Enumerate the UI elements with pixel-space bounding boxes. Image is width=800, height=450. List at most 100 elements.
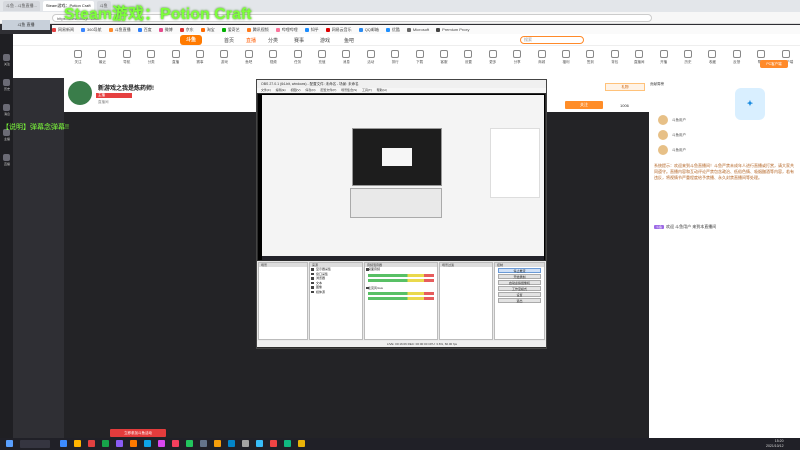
rank-row[interactable]: 斗鱼用户 bbox=[658, 145, 718, 157]
bookmark-item[interactable]: 360导航 bbox=[81, 27, 102, 33]
category-item[interactable]: 活动 bbox=[359, 50, 383, 65]
category-item[interactable]: 鱼吧 bbox=[237, 50, 261, 65]
category-icon bbox=[488, 50, 497, 58]
obs-control-button[interactable]: 启动虚拟摄像机 bbox=[498, 280, 541, 285]
rank-tabs[interactable]: 贡献周榜 bbox=[650, 82, 750, 90]
bookmark-item[interactable]: 网易云音乐 bbox=[325, 27, 352, 33]
nav-games[interactable]: 游戏 bbox=[320, 37, 330, 44]
category-item[interactable]: 开播 bbox=[652, 50, 676, 65]
taskbar-app-icon[interactable] bbox=[130, 440, 137, 447]
taskbar-app-icon[interactable] bbox=[186, 440, 193, 447]
bookmark-item[interactable]: 优酷 bbox=[385, 27, 400, 33]
category-item[interactable]: 背包 bbox=[603, 50, 627, 65]
taskbar-app-icon[interactable] bbox=[242, 440, 249, 447]
category-item[interactable]: 福利 bbox=[554, 50, 578, 65]
browser-tab[interactable]: 斗鱼 - 斗鱼直播... bbox=[3, 1, 40, 11]
message-icon[interactable] bbox=[3, 104, 10, 111]
category-item[interactable]: 历史 bbox=[676, 50, 700, 65]
category-item[interactable]: 反馈 bbox=[725, 50, 749, 65]
taskbar-app-icon[interactable] bbox=[102, 440, 109, 447]
category-item[interactable]: 充值 bbox=[310, 50, 334, 65]
taskbar-app-icon[interactable] bbox=[74, 440, 81, 447]
nav-events[interactable]: 赛事 bbox=[294, 37, 304, 44]
obs-control-button[interactable]: 退出 bbox=[498, 298, 541, 303]
streamer-avatar[interactable] bbox=[66, 79, 94, 107]
obs-menu-bar[interactable]: 文件(F) 编辑(E) 视图(V) 停靠(D) 配置文件(P) 场景集合(S) … bbox=[257, 88, 546, 93]
obs-control-button[interactable]: 停止推流 bbox=[498, 268, 541, 273]
category-item[interactable]: 直播间 bbox=[627, 50, 651, 65]
category-item[interactable]: 签到 bbox=[578, 50, 602, 65]
bookmark-label: 京东 bbox=[185, 26, 194, 32]
bookmark-item[interactable]: 爱奇艺 bbox=[221, 27, 240, 33]
category-item[interactable]: 最近 bbox=[90, 50, 114, 65]
taskbar-app-icon[interactable] bbox=[228, 440, 235, 447]
category-item[interactable]: 商城 bbox=[530, 50, 554, 65]
category-item[interactable]: 任务 bbox=[286, 50, 310, 65]
bookmark-item[interactable]: 知乎 bbox=[304, 27, 319, 33]
search-input[interactable]: 搜索 bbox=[520, 36, 584, 44]
category-item[interactable]: 排行 bbox=[383, 50, 407, 65]
taskbar-app-icon[interactable] bbox=[256, 440, 263, 447]
bookmark-icon bbox=[158, 27, 163, 32]
category-item[interactable]: 设置 bbox=[456, 50, 480, 65]
taskbar-search[interactable] bbox=[20, 440, 50, 448]
taskbar-app-icon[interactable] bbox=[144, 440, 151, 447]
bookmark-item[interactable]: Premium Proxy bbox=[436, 27, 470, 32]
rank-row[interactable]: 斗鱼用户 bbox=[658, 130, 718, 142]
nav-category[interactable]: 分类 bbox=[268, 37, 278, 44]
start-icon[interactable] bbox=[6, 440, 13, 447]
taskbar-app-icon[interactable] bbox=[270, 440, 277, 447]
bookmark-item[interactable]: 网易新闻 bbox=[52, 27, 74, 33]
category-item[interactable]: 下载 bbox=[408, 50, 432, 65]
nav-home[interactable]: 首页 bbox=[224, 37, 234, 44]
obs-control-button[interactable]: 设置 bbox=[498, 292, 541, 297]
gift-button[interactable]: 礼物 bbox=[605, 83, 645, 91]
bookmark-item[interactable]: 哔哩哔哩 bbox=[275, 27, 298, 33]
taskbar-app-icon[interactable] bbox=[60, 440, 67, 447]
follow-button[interactable]: 关注 bbox=[565, 101, 603, 109]
history-icon[interactable] bbox=[3, 79, 10, 86]
source-item[interactable]: 媒体源 bbox=[310, 290, 362, 295]
nav-yuba[interactable]: 鱼吧 bbox=[344, 37, 354, 44]
follow-icon[interactable] bbox=[3, 54, 10, 61]
category-item[interactable]: 收藏 bbox=[700, 50, 724, 65]
bookmark-item[interactable]: 腾讯视频 bbox=[246, 27, 269, 33]
category-item[interactable]: 客服 bbox=[432, 50, 456, 65]
taskbar-app-icon[interactable] bbox=[158, 440, 165, 447]
bookmark-item[interactable]: 京东 bbox=[179, 26, 194, 33]
category-item[interactable]: 关注 bbox=[66, 50, 90, 65]
taskbar-app-icon[interactable] bbox=[116, 440, 123, 447]
bookmark-item[interactable]: 斗鱼直播 bbox=[108, 27, 131, 33]
category-item[interactable]: 游戏 bbox=[212, 50, 236, 65]
bookmark-item[interactable]: QQ邮箱 bbox=[358, 27, 379, 33]
category-item[interactable]: 赛事 bbox=[188, 50, 212, 65]
category-item[interactable]: 分类 bbox=[139, 50, 163, 65]
taskbar-app-icon[interactable] bbox=[284, 440, 291, 447]
bookmark-item[interactable]: Microsoft bbox=[406, 27, 429, 32]
pc-client-button[interactable]: PC客户端 bbox=[760, 60, 788, 68]
promo-button[interactable]: 立即参加斗鱼活动 bbox=[110, 429, 166, 437]
category-item[interactable]: 视频 bbox=[261, 50, 285, 65]
taskbar-app-icon[interactable] bbox=[214, 440, 221, 447]
bookmark-item[interactable]: 百度 bbox=[137, 27, 152, 33]
taskbar-app-icon[interactable] bbox=[172, 440, 179, 447]
taskbar-app-icon[interactable] bbox=[200, 440, 207, 447]
category-item[interactable]: 直播 bbox=[164, 50, 188, 65]
category-item[interactable]: 消息 bbox=[334, 50, 358, 65]
obs-control-button[interactable]: 工作室模式 bbox=[498, 286, 541, 291]
category-item[interactable]: 分享 bbox=[505, 50, 529, 65]
bookmark-item[interactable]: 淘宝 bbox=[200, 27, 215, 33]
category-item[interactable]: 导航 bbox=[115, 50, 139, 65]
taskbar-app-icon[interactable] bbox=[298, 440, 305, 447]
bookmark-item[interactable]: 微博 bbox=[158, 27, 173, 33]
nav-live[interactable]: 直播 bbox=[246, 37, 256, 44]
category-icon bbox=[147, 50, 156, 58]
live-icon[interactable] bbox=[3, 154, 10, 161]
site-logo[interactable]: 斗鱼 bbox=[180, 35, 202, 45]
rank-row[interactable]: 斗鱼用户 bbox=[658, 115, 718, 127]
sources-dock: 来源 显示器采集 窗口采集 浏览器 文本 图像 媒体源 bbox=[309, 262, 363, 340]
obs-control-button[interactable]: 开始录制 bbox=[498, 274, 541, 279]
category-item[interactable]: 更多 bbox=[481, 50, 505, 65]
category-icon bbox=[562, 50, 570, 58]
taskbar-app-icon[interactable] bbox=[88, 440, 95, 447]
